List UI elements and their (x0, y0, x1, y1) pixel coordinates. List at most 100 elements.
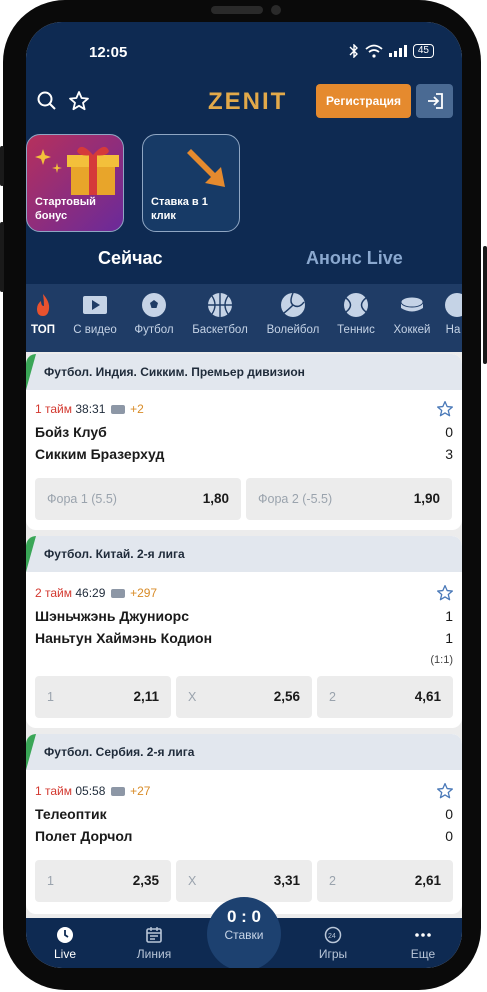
sport-volleyball[interactable]: Волейбол (262, 292, 324, 336)
league-stripe (26, 354, 36, 390)
score-home: 0 (445, 424, 453, 440)
odds-value: 1,80 (202, 491, 229, 506)
tab-now[interactable]: Сейчас (98, 248, 163, 269)
team-home: Телеоптик (35, 806, 107, 822)
nav-line[interactable]: Линия (124, 926, 184, 961)
favorite-star-icon[interactable] (436, 400, 454, 418)
tennis-icon (344, 293, 368, 317)
half-time-score: (1:1) (430, 654, 453, 666)
star-icon[interactable] (68, 90, 90, 112)
score-home: 0 (445, 806, 453, 822)
match-clock: 46:29 (75, 586, 106, 600)
volleyball-icon (281, 292, 305, 317)
sport-label: На (445, 324, 461, 336)
volume-button (0, 222, 4, 292)
basketball-icon (208, 293, 232, 317)
bet-slip-count: 0 : 0 (226, 907, 262, 926)
promo-label-line: Стартовый (35, 196, 96, 208)
league-stripe (26, 536, 36, 572)
power-button (483, 246, 487, 364)
favorite-star-icon[interactable] (436, 782, 454, 800)
league-title: Футбол. Сербия. 2-я лига (44, 745, 195, 759)
front-camera (271, 5, 281, 15)
games-24-7-icon: 24 (324, 926, 342, 944)
match-period: 2 тайм (35, 586, 72, 600)
score-home: 1 (445, 608, 453, 624)
sport-basketball[interactable]: Баскетбол (188, 292, 252, 336)
league-header[interactable]: Футбол. Сербия. 2-я лига (26, 734, 462, 770)
promo-one-click-bet[interactable]: Ставка в 1 клик (142, 134, 240, 232)
team-home: Бойз Клуб (35, 424, 107, 440)
fire-icon (37, 294, 50, 316)
favorite-star-icon[interactable] (436, 584, 454, 602)
sport-label: Волейбол (266, 324, 320, 336)
sport-top[interactable]: ТОП (28, 292, 58, 336)
odds-value: 2,11 (133, 689, 159, 704)
more-markets-count[interactable]: +297 (130, 586, 157, 600)
odds-button[interactable]: X 2,56 (176, 676, 312, 718)
odds-value: 1,90 (413, 491, 440, 506)
tab-live-announcements[interactable]: Анонс Live (306, 248, 403, 269)
nav-live[interactable]: Live (35, 926, 95, 961)
event-card[interactable]: Футбол. Сербия. 2-я лига 1 тайм 05:58 +2… (26, 734, 462, 914)
promo-label-line: Ставка в 1 (151, 196, 208, 208)
team-home: Шэньчжэнь Джуниорс (35, 608, 190, 624)
sport-more[interactable]: На (444, 292, 462, 336)
odds-label: 1 (47, 874, 54, 888)
nav-more[interactable]: Еще (393, 926, 453, 961)
nav-games[interactable]: 24 Игры (303, 926, 363, 961)
status-time: 12:05 (89, 44, 128, 61)
app-screen: 12:05 45 ZENIT Регистрация Стартовый бон… (26, 22, 462, 968)
odds-label: 2 (329, 690, 336, 704)
odds-button[interactable]: Фора 1 (5.5) 1,80 (35, 478, 241, 520)
app-bar: ZENIT Регистрация (26, 80, 462, 124)
event-card[interactable]: Футбол. Индия. Сикким. Премьер дивизион … (26, 354, 462, 530)
odds-button[interactable]: 2 4,61 (317, 676, 453, 718)
stats-icon (110, 589, 125, 599)
league-header[interactable]: Футбол. Индия. Сикким. Премьер дивизион (26, 354, 462, 390)
odds-button[interactable]: X 3,31 (176, 860, 312, 902)
more-icon (415, 933, 431, 937)
register-button[interactable]: Регистрация (316, 84, 411, 118)
odds-value: 2,56 (273, 689, 300, 704)
gift-icon (67, 146, 119, 195)
signal-icon (388, 45, 407, 57)
more-markets-count[interactable]: +27 (130, 784, 150, 798)
odds-button[interactable]: 2 2,61 (317, 860, 453, 902)
hockey-icon (400, 296, 424, 312)
promo-label: Стартовый бонус (35, 195, 96, 223)
team-away: Наньтун Хаймэнь Кодион (35, 630, 213, 646)
promo-label: Ставка в 1 клик (151, 195, 208, 223)
odds-button[interactable]: 1 2,35 (35, 860, 171, 902)
match-clock: 05:58 (75, 784, 106, 798)
odds-label: 1 (47, 690, 54, 704)
sport-football[interactable]: Футбол (130, 292, 178, 336)
odds-value: 4,61 (414, 689, 441, 704)
score-away: 1 (445, 630, 453, 646)
odds-button[interactable]: Фора 2 (-5.5) 1,90 (246, 478, 452, 520)
stats-icon (110, 405, 125, 415)
sport-tennis[interactable]: Теннис (332, 292, 380, 336)
mode-tabs: Сейчас Анонс Live (26, 244, 462, 284)
sport-video[interactable]: С видео (70, 292, 120, 336)
more-markets-count[interactable]: +2 (130, 402, 144, 416)
promo-starting-bonus[interactable]: Стартовый бонус (26, 134, 124, 232)
bet-slip-button[interactable]: 0 : 0 Ставки (207, 897, 281, 968)
league-title: Футбол. Китай. 2-я лига (44, 547, 185, 561)
nav-label: Еще (410, 947, 436, 961)
sparkle-icon (35, 149, 62, 173)
league-header[interactable]: Футбол. Китай. 2-я лига (26, 536, 462, 572)
score-away: 0 (445, 828, 453, 844)
zenit-logo: ZENIT (208, 88, 288, 115)
login-button[interactable] (416, 84, 453, 118)
status-bar: 12:05 45 (26, 22, 462, 82)
search-icon[interactable] (36, 90, 58, 112)
match-time: 1 тайм 05:58 +27 (35, 784, 150, 798)
event-card[interactable]: Футбол. Китай. 2-я лига 2 тайм 46:29 +29… (26, 536, 462, 728)
odds-value: 2,35 (132, 873, 159, 888)
bet-slip-label: Ставки (224, 928, 264, 942)
battery-indicator: 45 (412, 44, 434, 58)
bluetooth-icon (349, 44, 358, 58)
sport-hockey[interactable]: Хоккей (388, 292, 436, 336)
odds-button[interactable]: 1 2,11 (35, 676, 171, 718)
